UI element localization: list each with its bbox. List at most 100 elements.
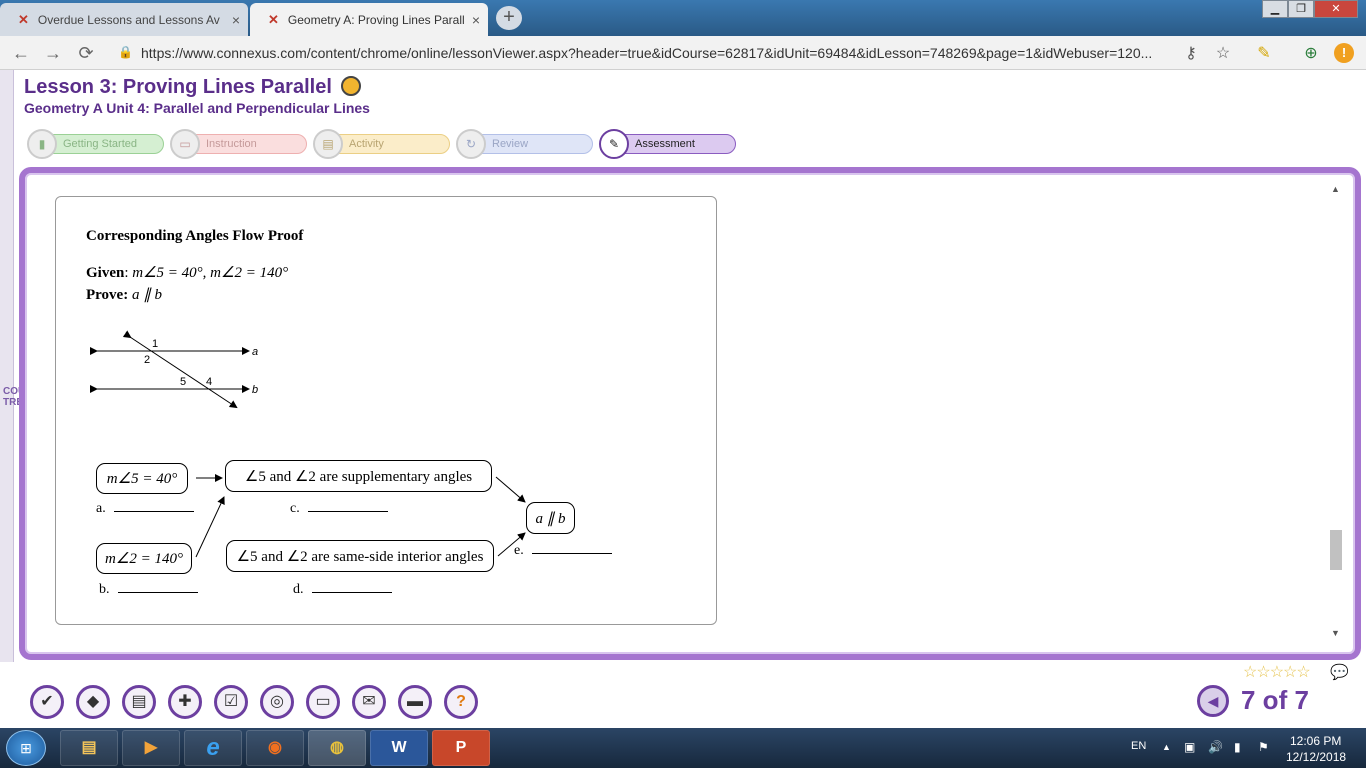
address-bar[interactable]: https://www.connexus.com/content/chrome/…: [141, 45, 1171, 61]
review-refresh-icon: ↻: [456, 129, 486, 159]
tab-assessment[interactable]: ✎ Assessment: [599, 129, 736, 159]
windows-taskbar: ⊞ ▤ ▶ e ◉ ◍ W P EN ▲ ▣ 🔊 ▮ ⚑ 12:06 PM 12…: [0, 728, 1366, 768]
scroll-up-icon[interactable]: ▲: [1331, 184, 1340, 194]
help-icon[interactable]: ?: [444, 685, 478, 719]
statement-c: ∠5 and ∠2 are supplementary angles: [225, 460, 492, 492]
answer-line: [113, 500, 194, 512]
network-signal-icon[interactable]: ▮: [1234, 740, 1241, 754]
file-explorer-icon[interactable]: ▤: [60, 730, 118, 766]
statement-b: m∠2 = 140°: [96, 543, 192, 574]
language-indicator[interactable]: EN: [1131, 740, 1146, 752]
blank-b: b.: [99, 581, 198, 598]
rating-stars[interactable]: ☆☆☆☆☆: [1243, 662, 1311, 682]
comment-icon[interactable]: 💬: [1330, 663, 1349, 681]
proof-card: Corresponding Angles Flow Proof Given: m…: [55, 196, 717, 625]
course-unit-title: Geometry A Unit 4: Parallel and Perpendi…: [24, 100, 370, 116]
connexus-favicon-icon: ✕: [268, 11, 279, 27]
connexus-favicon-icon: ✕: [18, 11, 29, 27]
maximize-button[interactable]: ❐: [1288, 0, 1314, 18]
previous-page-button[interactable]: ◀: [1197, 685, 1229, 717]
tab-geometry-lesson[interactable]: ✕ Geometry A: Proving Lines Paralle ×: [250, 3, 488, 36]
checklist-tool-icon[interactable]: ☑: [214, 685, 248, 719]
lesson-title: Lesson 3: Proving Lines Parallel: [24, 76, 362, 99]
arrow-c-to-e: [495, 476, 526, 503]
phase-label: Getting Started: [63, 138, 137, 150]
chrome-icon[interactable]: ◍: [308, 730, 366, 766]
blank-d: d.: [293, 581, 392, 598]
scroll-thumb[interactable]: [1330, 530, 1342, 570]
powerpoint-icon[interactable]: P: [432, 730, 490, 766]
screen-tool-icon[interactable]: ▭: [306, 685, 340, 719]
statement-e: a ∥ b: [526, 502, 575, 534]
portfolio-tool-icon[interactable]: ▤: [122, 685, 156, 719]
blank-label: d.: [293, 582, 304, 597]
window-close-button[interactable]: ✕: [1314, 0, 1358, 18]
book-icon: ▭: [170, 129, 200, 159]
notebook-tool-icon[interactable]: ◆: [76, 685, 110, 719]
lesson-badge-icon: [341, 76, 362, 96]
content-scrollbar[interactable]: ▲ ▼: [1326, 180, 1344, 640]
tab-title: Geometry A: Proving Lines Paralle: [287, 12, 464, 27]
tab-title: Overdue Lessons and Lessons Av: [37, 12, 220, 27]
minimize-button[interactable]: ▁: [1262, 0, 1288, 18]
blank-label: b.: [99, 582, 110, 597]
target-tool-icon[interactable]: ◎: [260, 685, 294, 719]
browser-tab-strip: ✕ Overdue Lessons and Lessons Av × ✕ Geo…: [0, 0, 1366, 36]
lesson-title-text: Lesson 3: Proving Lines Parallel: [24, 76, 332, 98]
update-alert-icon[interactable]: !: [1334, 43, 1354, 63]
arrow-b-to-c: [195, 496, 225, 558]
clock-time[interactable]: 12:06 PM: [1290, 734, 1341, 748]
clock-date[interactable]: 12/12/2018: [1286, 750, 1346, 764]
statement-d: ∠5 and ∠2 are same-side interior angles: [226, 540, 494, 572]
reload-icon[interactable]: ⟳: [75, 42, 97, 64]
phase-label: Activity: [349, 138, 384, 150]
course-tree-rail[interactable]: COURSE TREE: [0, 70, 46, 725]
scroll-down-icon[interactable]: ▼: [1331, 628, 1340, 638]
answer-line: [531, 542, 612, 554]
media-player-icon[interactable]: ▶: [122, 730, 180, 766]
answer-line: [117, 581, 198, 593]
test-paper-icon: ✎: [599, 129, 629, 159]
browser-toolbar: ← → ⟳ 🔒 https://www.connexus.com/content…: [0, 36, 1366, 70]
page-counter: 7 of 7: [1241, 685, 1309, 715]
tab-instruction[interactable]: ▭ Instruction: [170, 129, 307, 159]
printer-tool-icon[interactable]: ▬: [398, 685, 432, 719]
blank-label: e.: [514, 543, 524, 558]
close-tab-icon[interactable]: ×: [224, 12, 248, 28]
blank-e: e.: [514, 542, 612, 559]
tab-activity[interactable]: ▤ Activity: [313, 129, 450, 159]
internet-explorer-icon[interactable]: e: [184, 730, 242, 766]
blank-label: a.: [96, 501, 106, 516]
close-tab-icon[interactable]: ×: [464, 12, 488, 28]
phase-label: Instruction: [206, 138, 257, 150]
checkmark-tool-icon[interactable]: ✔: [30, 685, 64, 719]
pushpin-tool-icon[interactable]: ✚: [168, 685, 202, 719]
word-icon[interactable]: W: [370, 730, 428, 766]
phase-label: Review: [492, 138, 529, 150]
tab-getting-started[interactable]: ▮ Getting Started: [27, 129, 164, 159]
answer-line: [307, 500, 388, 512]
tab-review[interactable]: ↻ Review: [456, 129, 593, 159]
traffic-light-icon: ▮: [27, 129, 57, 159]
print-tool-icon[interactable]: ✉: [352, 685, 386, 719]
tab-overdue-lessons[interactable]: ✕ Overdue Lessons and Lessons Av ×: [0, 3, 248, 36]
blank-a: a.: [96, 500, 194, 517]
bookmark-star-icon[interactable]: ☆: [1212, 43, 1234, 63]
action-center-flag-icon[interactable]: ⚑: [1258, 740, 1269, 754]
back-icon[interactable]: ←: [10, 42, 32, 64]
volume-icon[interactable]: 🔊: [1208, 740, 1223, 754]
start-button[interactable]: ⊞: [6, 730, 46, 766]
answer-line: [311, 581, 392, 593]
forward-icon[interactable]: →: [42, 42, 64, 64]
blank-c: c.: [290, 500, 388, 517]
show-hidden-icons-icon[interactable]: ▲: [1162, 742, 1171, 752]
extension-globe-icon[interactable]: ⊕: [1300, 43, 1322, 63]
key-icon[interactable]: ⚷: [1180, 43, 1202, 63]
new-tab-button[interactable]: +: [496, 6, 522, 30]
device-icon[interactable]: ▣: [1184, 740, 1195, 754]
blank-label: c.: [290, 501, 300, 516]
lock-icon: 🔒: [118, 45, 133, 59]
firefox-icon[interactable]: ◉: [246, 730, 304, 766]
phase-label: Assessment: [635, 138, 695, 150]
pencil-extension-icon[interactable]: ✎: [1253, 43, 1275, 63]
